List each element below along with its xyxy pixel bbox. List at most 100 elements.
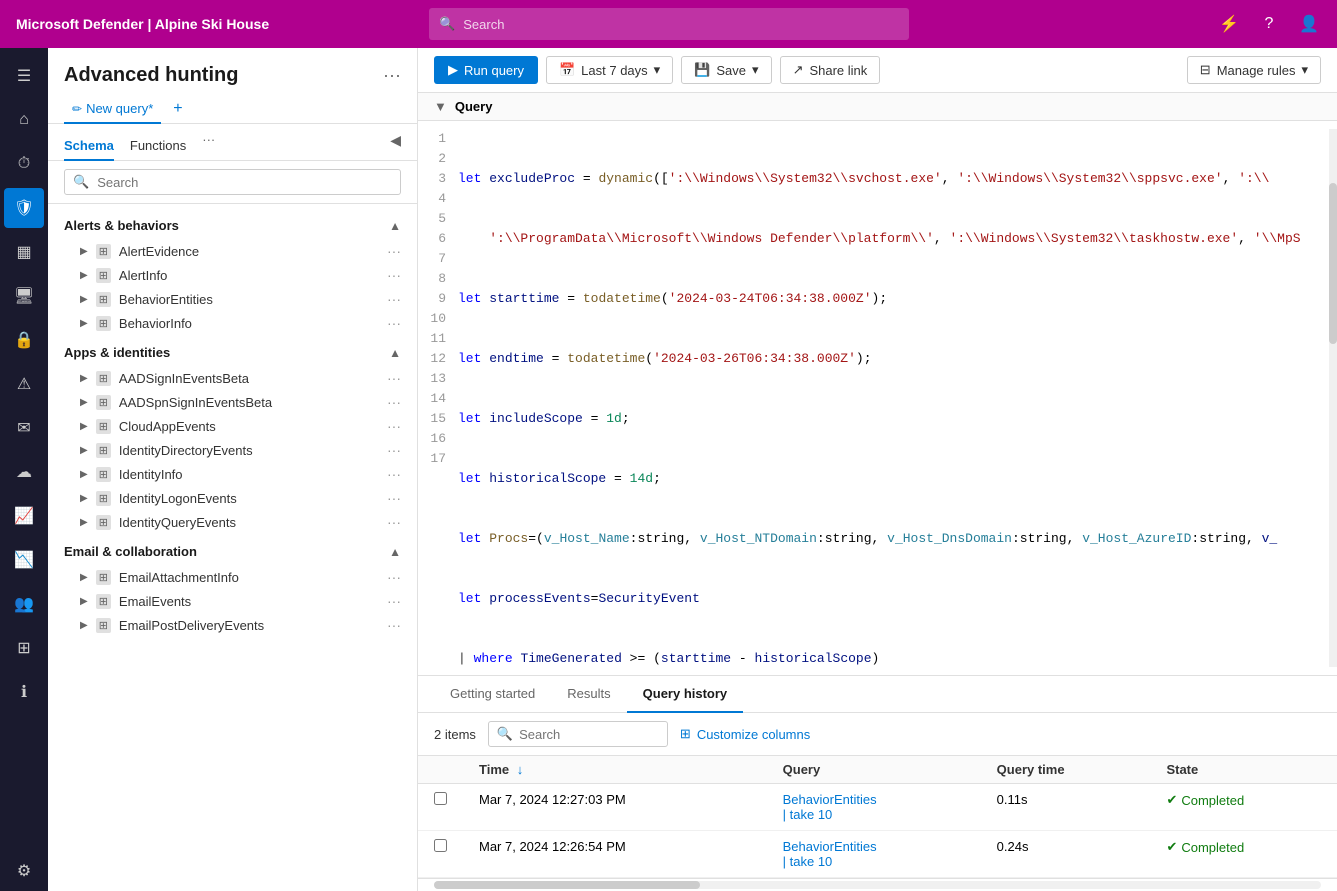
schema-item-emailpostdelivery[interactable]: ▶ ⊞ EmailPostDeliveryEvents ···: [48, 613, 417, 637]
item-more-icon[interactable]: ···: [387, 617, 401, 633]
dashboard-nav-icon[interactable]: ▦: [4, 232, 44, 272]
help-icon[interactable]: ?: [1257, 12, 1281, 36]
tab-getting-started[interactable]: Getting started: [434, 676, 551, 713]
horizontal-scrollbar[interactable]: [434, 881, 1321, 889]
item-more-icon[interactable]: ···: [387, 267, 401, 283]
top-nav: Microsoft Defender | Alpine Ski House 🔍 …: [0, 0, 1337, 48]
tab-results[interactable]: Results: [551, 676, 626, 713]
item-more-icon[interactable]: ···: [387, 370, 401, 386]
alert-nav-icon[interactable]: ⚠: [4, 364, 44, 404]
item-more-icon[interactable]: ···: [387, 569, 401, 585]
shield-nav-icon[interactable]: 🛡: [4, 188, 44, 228]
info-nav-icon[interactable]: ℹ: [4, 672, 44, 712]
history-nav-icon[interactable]: ⏱: [4, 144, 44, 184]
row1-checkbox-cell[interactable]: [418, 784, 463, 831]
results-search-box[interactable]: 🔍: [488, 721, 668, 747]
item-label: CloudAppEvents: [119, 419, 379, 434]
last7days-button[interactable]: 📅 Last 7 days ▾: [546, 56, 673, 84]
tab-query-history[interactable]: Query history: [627, 676, 744, 713]
schema-item-identityquery[interactable]: ▶ ⊞ IdentityQueryEvents ···: [48, 510, 417, 534]
query-vertical-scrollbar[interactable]: [1329, 129, 1337, 667]
share-link-button[interactable]: ↗ Share link: [780, 56, 881, 84]
mail-nav-icon[interactable]: ✉: [4, 408, 44, 448]
th-query-time[interactable]: Query time: [981, 756, 1151, 784]
item-more-icon[interactable]: ···: [387, 514, 401, 530]
run-query-button[interactable]: ▶ Run query: [434, 56, 538, 84]
item-more-icon[interactable]: ···: [387, 490, 401, 506]
schema-item-alertevidence[interactable]: ▶ ⊞ AlertEvidence ···: [48, 239, 417, 263]
item-more-icon[interactable]: ···: [387, 315, 401, 331]
section-apps-identities-header[interactable]: Apps & identities ▲: [48, 339, 417, 366]
results-search-input[interactable]: [519, 727, 659, 742]
schema-item-behaviorentities[interactable]: ▶ ⊞ BehaviorEntities ···: [48, 287, 417, 311]
th-query[interactable]: Query: [767, 756, 981, 784]
menu-toggle-icon[interactable]: ☰: [4, 56, 44, 96]
query-section-collapse-icon[interactable]: ▼: [434, 99, 447, 114]
user-icon[interactable]: 👤: [1297, 12, 1321, 36]
lock-nav-icon[interactable]: 🔒: [4, 320, 44, 360]
schema-search-input[interactable]: [97, 175, 392, 190]
devices-nav-icon[interactable]: 🖥: [4, 276, 44, 316]
item-more-icon[interactable]: ···: [387, 394, 401, 410]
query-tab-new[interactable]: ✏ New query*: [64, 95, 161, 124]
item-more-icon[interactable]: ···: [387, 442, 401, 458]
item-more-icon[interactable]: ···: [387, 291, 401, 307]
row1-query[interactable]: BehaviorEntities | take 10: [767, 784, 981, 831]
item-more-icon[interactable]: ···: [387, 466, 401, 482]
schema-item-behaviorinfo[interactable]: ▶ ⊞ BehaviorInfo ···: [48, 311, 417, 335]
code-content[interactable]: let excludeProc = dynamic([':\\Windows\\…: [458, 129, 1329, 667]
nav-icons: ⚡ ? 👤: [1217, 12, 1321, 36]
schema-item-cloudappevents[interactable]: ▶ ⊞ CloudAppEvents ···: [48, 414, 417, 438]
tab-schema[interactable]: Schema: [64, 132, 114, 161]
section-apps-label: Apps & identities: [64, 345, 170, 360]
apps-nav-icon[interactable]: ⊞: [4, 628, 44, 668]
row2-checkbox[interactable]: [434, 839, 447, 852]
schema-item-identityinfo[interactable]: ▶ ⊞ IdentityInfo ···: [48, 462, 417, 486]
add-query-tab-button[interactable]: +: [169, 96, 186, 122]
table-icon: ⊞: [96, 371, 111, 386]
th-state[interactable]: State: [1150, 756, 1337, 784]
share-people-icon[interactable]: ⚡: [1217, 12, 1241, 36]
row1-checkbox[interactable]: [434, 792, 447, 805]
item-more-icon[interactable]: ···: [387, 593, 401, 609]
query-toolbar: ▶ Run query 📅 Last 7 days ▾ 💾 Save ▾ ↗ S…: [418, 48, 1337, 93]
state-label: Completed: [1181, 793, 1244, 808]
trend-nav-icon[interactable]: 📉: [4, 540, 44, 580]
row2-query[interactable]: BehaviorEntities | take 10: [767, 831, 981, 878]
cloud-nav-icon[interactable]: ☁: [4, 452, 44, 492]
tabs-more-icon[interactable]: ···: [202, 132, 215, 160]
schema-item-identitylogon[interactable]: ▶ ⊞ IdentityLogonEvents ···: [48, 486, 417, 510]
schema-item-emailevents[interactable]: ▶ ⊞ EmailEvents ···: [48, 589, 417, 613]
schema-item-identitydirectory[interactable]: ▶ ⊞ IdentityDirectoryEvents ···: [48, 438, 417, 462]
tab-functions[interactable]: Functions: [130, 132, 186, 161]
section-alerts-behaviors-header[interactable]: Alerts & behaviors ▲: [48, 212, 417, 239]
manage-rules-button[interactable]: ⊟ Manage rules ▾: [1187, 56, 1321, 84]
settings-nav-icon[interactable]: ⚙: [4, 851, 44, 891]
more-options-icon[interactable]: ···: [383, 65, 401, 86]
analytics-nav-icon[interactable]: 📈: [4, 496, 44, 536]
query-scrollbar-thumb[interactable]: [1329, 183, 1337, 344]
global-search-box[interactable]: 🔍: [429, 8, 909, 40]
schema-item-emailattachment[interactable]: ▶ ⊞ EmailAttachmentInfo ···: [48, 565, 417, 589]
share-icon: ↗: [793, 62, 804, 78]
schema-search-box[interactable]: 🔍: [64, 169, 401, 195]
row2-checkbox-cell[interactable]: [418, 831, 463, 878]
global-search-input[interactable]: [463, 17, 899, 32]
section-email-collab-header[interactable]: Email & collaboration ▲: [48, 538, 417, 565]
schema-collapse-icon[interactable]: ◀: [390, 132, 401, 160]
th-time[interactable]: Time ↓: [463, 756, 767, 784]
horizontal-scrollbar-container[interactable]: [418, 878, 1337, 891]
horizontal-scrollbar-thumb[interactable]: [434, 881, 700, 889]
schema-item-aadspnsignin[interactable]: ▶ ⊞ AADSpnSignInEventsBeta ···: [48, 390, 417, 414]
item-more-icon[interactable]: ···: [387, 418, 401, 434]
code-area[interactable]: 1 2 3 4 5 6 7 8 9 10 11 12 13 14: [418, 121, 1337, 675]
item-more-icon[interactable]: ···: [387, 243, 401, 259]
schema-item-aadsignin[interactable]: ▶ ⊞ AADSignInEventsBeta ···: [48, 366, 417, 390]
table-icon: ⊞: [96, 244, 111, 259]
query-editor[interactable]: 1 2 3 4 5 6 7 8 9 10 11 12 13 14: [418, 121, 1337, 675]
customize-columns-button[interactable]: ⊞ Customize columns: [680, 726, 810, 742]
home-nav-icon[interactable]: ⌂: [4, 100, 44, 140]
users-nav-icon[interactable]: 👥: [4, 584, 44, 624]
schema-item-alertinfo[interactable]: ▶ ⊞ AlertInfo ···: [48, 263, 417, 287]
save-button[interactable]: 💾 Save ▾: [681, 56, 771, 84]
